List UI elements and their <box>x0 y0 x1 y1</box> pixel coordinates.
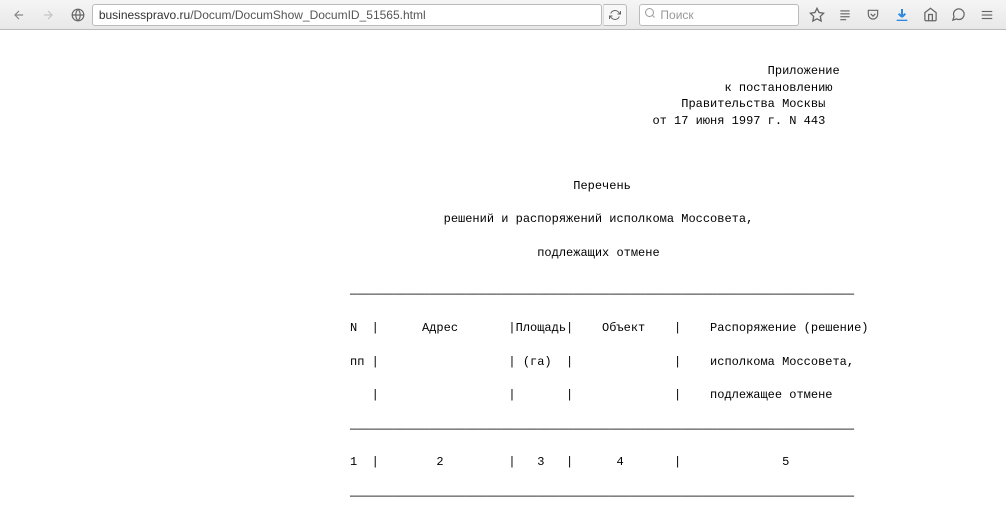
url-path: /Docum/DocumShow_DocumID_51565.html <box>190 8 425 22</box>
reload-button[interactable] <box>603 4 628 26</box>
url-domain: businesspravo.ru <box>99 8 190 22</box>
doc-title-1: Перечень <box>40 178 966 195</box>
browser-toolbar: businesspravo.ru/Docum/DocumShow_DocumID… <box>0 0 1006 30</box>
doc-title-3: подлежащих отмене <box>40 245 966 262</box>
doc-title-2: решений и распоряжений исполкома Моссове… <box>40 211 966 228</box>
site-identity-icon <box>71 7 86 23</box>
pocket-icon[interactable] <box>860 3 886 27</box>
bookmark-star-icon[interactable] <box>803 3 829 27</box>
search-placeholder: Поиск <box>660 8 693 22</box>
search-bar[interactable]: Поиск <box>639 4 799 26</box>
table-header-2: пп | | (га) | | исполкома Моссовета, <box>40 354 966 371</box>
url-bar[interactable]: businesspravo.ru/Docum/DocumShow_DocumID… <box>92 4 602 26</box>
page-content[interactable]: Приложение к постановлению Правительства… <box>0 30 1006 526</box>
table-hr-top: ————————————————————————————————————————… <box>40 286 966 303</box>
menu-icon[interactable] <box>974 3 1000 27</box>
home-icon[interactable] <box>917 3 943 27</box>
reading-list-icon[interactable] <box>832 3 858 27</box>
chat-icon[interactable] <box>945 3 971 27</box>
doc-right-block: Приложение к постановлению Правительства… <box>40 63 966 130</box>
document-body: Приложение к постановлению Правительства… <box>0 30 1006 526</box>
table-hr-mid: ————————————————————————————————————————… <box>40 421 966 438</box>
download-icon[interactable] <box>889 3 915 27</box>
table-header-3: | | | | подлежащее отмене <box>40 387 966 404</box>
table-header-1: N | Адрес |Площадь| Объект | Распоряжени… <box>40 320 966 337</box>
table-hr-bot: ————————————————————————————————————————… <box>40 488 966 505</box>
table-colnums: 1 | 2 | 3 | 4 | 5 <box>40 454 966 471</box>
forward-button[interactable] <box>34 3 60 27</box>
search-icon <box>644 7 656 22</box>
back-button[interactable] <box>6 3 32 27</box>
